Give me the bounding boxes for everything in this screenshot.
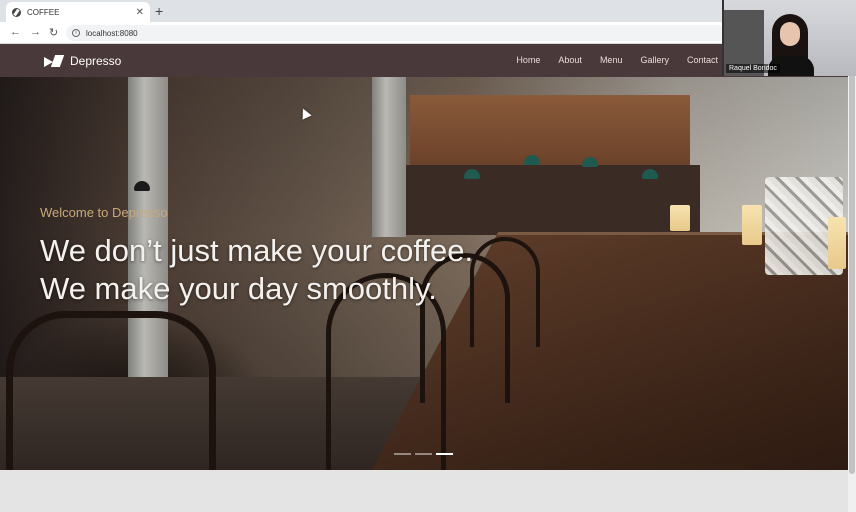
pendant-lamp	[582, 157, 598, 167]
scrollbar-thumb[interactable]	[849, 74, 855, 474]
nav-link-gallery[interactable]: Gallery	[640, 55, 669, 65]
carousel-indicators	[394, 453, 453, 455]
hero-text: Welcome to Depresso We don’t just make y…	[40, 205, 473, 308]
webcam-face	[780, 22, 800, 46]
brand[interactable]: Depresso	[44, 54, 121, 68]
favicon-icon	[12, 7, 21, 17]
info-icon[interactable]: i	[72, 29, 80, 37]
forward-button[interactable]: →	[30, 26, 41, 38]
nav-link-menu[interactable]: Menu	[600, 55, 623, 65]
carousel-indicator-active[interactable]	[436, 453, 453, 455]
address-bar[interactable]: i localhost:8080	[66, 25, 726, 41]
tab-title: COFFEE	[27, 7, 60, 17]
carousel-indicator[interactable]	[415, 453, 432, 455]
hero-carousel: Welcome to Depresso We don’t just make y…	[0, 77, 848, 470]
hero-bg-chair	[6, 311, 216, 470]
webcam-overlay: Raquel Bondoc	[722, 0, 856, 76]
hero-bg-chair	[470, 237, 540, 347]
hero-headline-line1: We don’t just make your coffee.	[40, 233, 474, 268]
brand-logo-icon	[44, 55, 64, 67]
pendant-lamp	[134, 181, 150, 191]
url-text: localhost:8080	[86, 28, 138, 38]
hero-headline-line2: We make your day smoothly.	[40, 271, 437, 306]
nav-link-contact[interactable]: Contact	[687, 55, 718, 65]
page-below-fold	[0, 470, 848, 512]
nav-links: Home About Menu Gallery Contact	[516, 55, 718, 65]
page-scrollbar[interactable]	[848, 44, 856, 512]
hero-bg-shelf	[410, 95, 690, 165]
carousel-indicator[interactable]	[394, 453, 411, 455]
browser-tab[interactable]: COFFEE ✕	[6, 2, 150, 22]
hero-headline: We don’t just make your coffee. We make …	[40, 232, 473, 308]
brand-name: Depresso	[70, 54, 122, 68]
back-button[interactable]: ←	[10, 26, 21, 38]
pendant-lamp	[642, 169, 658, 179]
hero-bg-candle	[670, 205, 690, 231]
webcam-name-label: Raquel Bondoc	[726, 64, 780, 73]
tab-close-icon[interactable]: ✕	[136, 7, 144, 18]
reload-button[interactable]: ↻	[49, 26, 58, 39]
new-tab-button[interactable]: +	[155, 3, 163, 19]
hero-welcome: Welcome to Depresso	[40, 205, 168, 220]
nav-link-home[interactable]: Home	[516, 55, 540, 65]
hero-bg-candle	[742, 205, 762, 245]
site-navbar: Depresso Home About Menu Gallery Contact	[0, 44, 848, 77]
pendant-lamp	[464, 169, 480, 179]
hero-bg-candle	[828, 217, 846, 269]
pendant-lamp	[524, 155, 540, 165]
nav-link-about[interactable]: About	[558, 55, 582, 65]
